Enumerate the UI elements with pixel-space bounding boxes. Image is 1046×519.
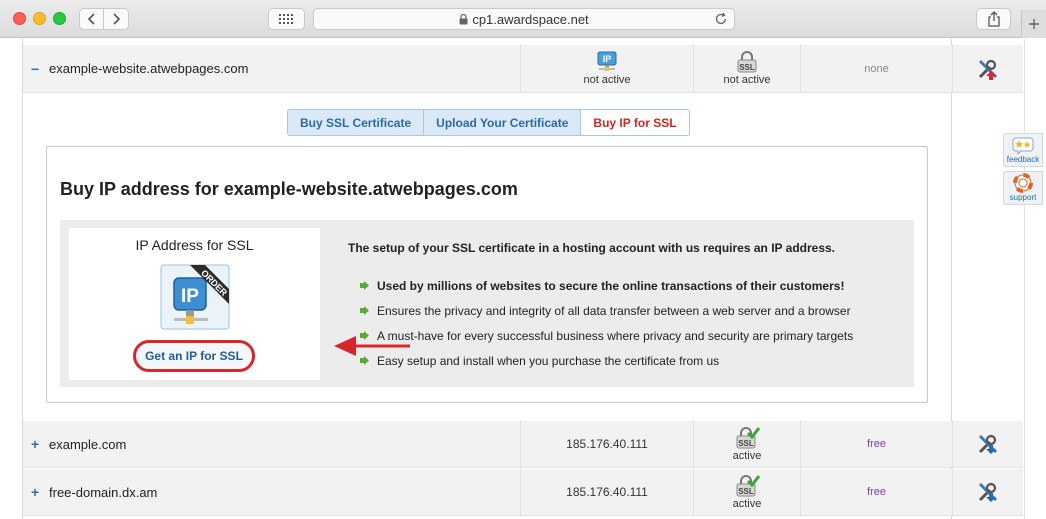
tab-overview-button[interactable] (268, 8, 305, 30)
ssl-lock-icon: SSL (737, 51, 757, 73)
ssl-check-icon: SSL (736, 426, 760, 448)
bullet-arrow-icon (360, 331, 369, 340)
ip-address: 185.176.40.111 (566, 437, 648, 451)
lifebuoy-icon (1013, 173, 1033, 193)
tab-upload-your-certificate[interactable]: Upload Your Certificate (423, 109, 582, 136)
manage-cell (952, 421, 1023, 467)
domain-row[interactable]: + example.com 185.176.40.111 SSL active … (23, 421, 1023, 468)
tab-buy-ssl-certificate[interactable]: Buy SSL Certificate (287, 109, 425, 136)
frame-divider (1024, 39, 1025, 519)
bullet-arrow-icon (360, 356, 369, 365)
certificate-text: free (867, 486, 886, 498)
feature-text: A must-have for every successful busines… (377, 328, 854, 343)
svg-text:IP: IP (181, 286, 199, 307)
domain-row[interactable]: + free-domain.dx.am 185.176.40.111 SSL a… (23, 469, 1023, 516)
ip-address: 185.176.40.111 (566, 485, 648, 499)
domain-name: free-domain.dx.am (49, 484, 158, 500)
chevron-left-icon (87, 13, 95, 25)
ssl-status-text: active (732, 449, 762, 462)
certificate-text: none (864, 62, 889, 75)
ip-product-card: IP Address for SSL IP ORDER Get an IP fo… (69, 228, 320, 380)
domain-name: example-website.atwebpages.com (49, 61, 249, 76)
list-item: Easy setup and install when you purchase… (360, 348, 853, 373)
reload-icon (715, 12, 727, 25)
ssl-status-cell: SSL active (693, 469, 800, 515)
list-item: Used by millions of websites to secure t… (360, 273, 853, 298)
feedback-stars-icon (1012, 137, 1034, 155)
close-window-button[interactable] (13, 12, 26, 25)
feature-text: Ensures the privacy and integrity of all… (377, 303, 851, 318)
browser-toolbar: cp1.awardspace.net (0, 0, 1046, 38)
url-text: cp1.awardspace.net (472, 11, 589, 27)
ip-server-icon: IP (597, 51, 617, 71)
new-tab-button[interactable] (1021, 10, 1046, 38)
svg-text:IP: IP (603, 54, 612, 64)
certificate-cell: free (800, 421, 952, 467)
bullet-arrow-icon (360, 306, 369, 315)
back-button[interactable] (79, 8, 104, 30)
svg-text:SSL: SSL (738, 439, 754, 448)
get-ip-for-ssl-button[interactable]: Get an IP for SSL (133, 340, 255, 372)
list-item: Ensures the privacy and integrity of all… (360, 298, 853, 323)
tools-download-icon[interactable] (976, 480, 1000, 504)
ssl-status-cell: SSL not active (693, 45, 800, 92)
manage-cell (952, 45, 1023, 92)
feedback-widget[interactable]: feedback (1003, 133, 1043, 167)
ssl-check-icon: SSL (736, 474, 760, 496)
svg-text:SSL: SSL (739, 63, 755, 72)
plus-icon (1029, 19, 1039, 29)
minimize-window-button[interactable] (33, 12, 46, 25)
ssl-status-cell: SSL active (693, 421, 800, 467)
hosting-panel-page: − example-website.atwebpages.com IP not … (0, 39, 1046, 519)
ssl-tabs: Buy SSL Certificate Upload Your Certific… (287, 109, 690, 136)
feature-text: Easy setup and install when you purchase… (377, 353, 720, 368)
panel-content: IP Address for SSL IP ORDER Get an IP fo… (60, 220, 914, 387)
ip-status-text: not active (583, 74, 631, 86)
certificate-text: free (867, 438, 886, 450)
certificate-cell: none (800, 45, 952, 92)
expand-toggle[interactable]: + (31, 484, 49, 500)
zoom-window-button[interactable] (53, 12, 66, 25)
card-title: IP Address for SSL (135, 237, 254, 253)
domain-cell: + example.com (31, 421, 126, 467)
tools-download-icon[interactable] (976, 432, 1000, 456)
svg-text:SSL: SSL (738, 487, 754, 496)
collapse-toggle[interactable]: − (31, 61, 49, 77)
share-icon (987, 11, 1000, 27)
expand-toggle[interactable]: + (31, 436, 49, 452)
domain-row-expanded[interactable]: − example-website.atwebpages.com IP not … (23, 45, 1023, 93)
share-button[interactable] (976, 8, 1011, 30)
feedback-label: feedback (1006, 155, 1040, 164)
tools-upload-icon[interactable] (976, 57, 1000, 81)
support-widget[interactable]: support (1003, 171, 1043, 205)
address-bar[interactable]: cp1.awardspace.net (313, 8, 735, 30)
domain-name: example.com (49, 436, 127, 452)
domain-cell: − example-website.atwebpages.com (31, 45, 248, 92)
tab-buy-ip-for-ssl[interactable]: Buy IP for SSL (580, 109, 690, 136)
reload-button[interactable] (714, 12, 728, 29)
chevron-right-icon (113, 13, 121, 25)
ip-cell: 185.176.40.111 (520, 421, 693, 467)
intro-text: The setup of your SSL certificate in a h… (348, 241, 836, 255)
buy-ip-panel: Buy IP address for example-website.atweb… (46, 146, 928, 403)
support-label: support (1009, 193, 1037, 202)
grid-icon (278, 14, 293, 24)
certificate-cell: free (800, 469, 952, 515)
list-item: A must-have for every successful busines… (360, 323, 853, 348)
feature-text: Used by millions of websites to secure t… (377, 278, 845, 293)
ssl-status-text: active (732, 497, 762, 510)
panel-title: Buy IP address for example-website.atweb… (60, 179, 518, 199)
manage-cell (952, 469, 1023, 515)
ssl-status-text: not active (723, 74, 771, 86)
ip-order-icon: IP ORDER (160, 264, 230, 330)
ip-cell: 185.176.40.111 (520, 469, 693, 515)
ip-status-cell: IP not active (520, 45, 693, 92)
domain-cell: + free-domain.dx.am (31, 469, 157, 515)
bullet-arrow-icon (360, 281, 369, 290)
feature-list: Used by millions of websites to secure t… (360, 273, 853, 373)
forward-button[interactable] (104, 8, 129, 30)
lock-icon (459, 13, 468, 24)
